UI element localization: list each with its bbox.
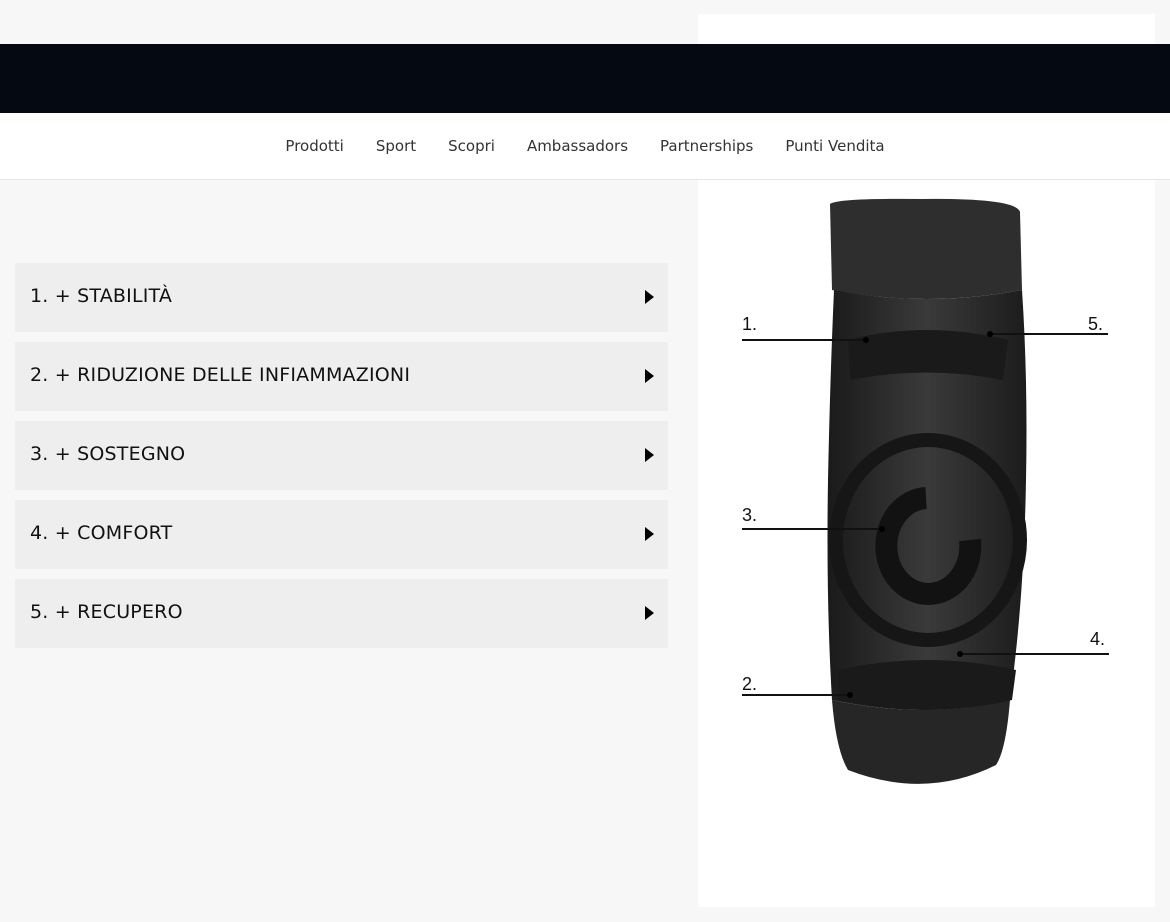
accordion-label: 2. + RIDUZIONE DELLE INFIAMMAZIONI bbox=[30, 364, 411, 386]
nav-item-prodotti[interactable]: Prodotti bbox=[285, 137, 343, 155]
sleeve-top-cuff bbox=[830, 198, 1022, 299]
top-white-strip bbox=[698, 14, 1155, 44]
sleeve-bottom-cuff bbox=[832, 700, 1010, 784]
lower-grip-pattern bbox=[838, 660, 1016, 710]
caret-right-icon[interactable] bbox=[645, 527, 654, 541]
callout-dot-5 bbox=[987, 331, 993, 337]
caret-right-icon[interactable] bbox=[645, 606, 654, 620]
callout-label-5: 5. bbox=[1088, 314, 1103, 334]
nav-item-sport[interactable]: Sport bbox=[376, 137, 416, 155]
accordion-label: 1. + STABILITÀ bbox=[30, 285, 173, 307]
header-band bbox=[0, 44, 1170, 113]
caret-right-icon[interactable] bbox=[645, 290, 654, 304]
main-navigation: Prodotti Sport Scopri Ambassadors Partne… bbox=[0, 113, 1170, 180]
accordion-item-recupero[interactable]: 5. + RECUPERO bbox=[15, 579, 668, 648]
caret-right-icon[interactable] bbox=[645, 448, 654, 462]
callout-label-3: 3. bbox=[742, 505, 757, 525]
callout-label-4: 4. bbox=[1090, 629, 1105, 649]
callout-dot-3 bbox=[879, 526, 885, 532]
accordion-label: 4. + COMFORT bbox=[30, 522, 173, 544]
callout-label-1: 1. bbox=[742, 314, 757, 334]
accordion-label: 3. + SOSTEGNO bbox=[30, 443, 186, 465]
nav-item-scopri[interactable]: Scopri bbox=[448, 137, 495, 155]
callout-label-2: 2. bbox=[742, 674, 757, 694]
callout-dot-4 bbox=[957, 651, 963, 657]
accordion-label: 5. + RECUPERO bbox=[30, 601, 183, 623]
accordion-item-comfort[interactable]: 4. + COMFORT bbox=[15, 500, 668, 569]
accordion-item-riduzione-infiammazioni[interactable]: 2. + RIDUZIONE DELLE INFIAMMAZIONI bbox=[15, 342, 668, 411]
upper-grip-pattern bbox=[848, 330, 1008, 380]
caret-right-icon[interactable] bbox=[645, 369, 654, 383]
callout-dot-2 bbox=[847, 692, 853, 698]
nav-item-ambassadors[interactable]: Ambassadors bbox=[527, 137, 628, 155]
accordion-item-sostegno[interactable]: 3. + SOSTEGNO bbox=[15, 421, 668, 490]
nav-item-punti-vendita[interactable]: Punti Vendita bbox=[785, 137, 884, 155]
accordion-item-stabilita[interactable]: 1. + STABILITÀ bbox=[15, 263, 668, 332]
nav-item-partnerships[interactable]: Partnerships bbox=[660, 137, 753, 155]
callout-dot-1 bbox=[863, 337, 869, 343]
elbow-sleeve-image: 1. 5. 3. 4. 2. bbox=[742, 198, 1109, 784]
product-image-panel: 1. 5. 3. 4. 2. bbox=[698, 180, 1155, 907]
